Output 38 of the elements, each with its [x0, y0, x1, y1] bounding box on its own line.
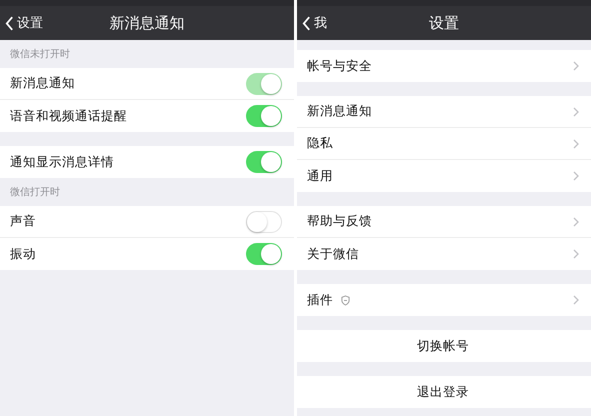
row-label: 隐私	[307, 135, 333, 152]
row-label: 声音	[10, 213, 36, 230]
settings-row[interactable]: 通用	[297, 160, 591, 192]
toggle-switch[interactable]	[246, 243, 282, 265]
chevron-right-icon	[573, 138, 579, 148]
toggle-switch[interactable]	[246, 210, 282, 232]
row-label: 振动	[10, 246, 36, 262]
chevron-right-icon	[573, 295, 579, 305]
chevron-right-icon	[573, 106, 579, 116]
back-button[interactable]: 设置	[0, 14, 43, 32]
back-chevron-icon	[5, 16, 14, 30]
nav-title: 设置	[429, 14, 459, 32]
section-header: 微信打开时	[9, 186, 61, 200]
row-label: 新消息通知	[307, 103, 372, 120]
chevron-right-icon	[573, 61, 579, 71]
settings-row[interactable]: 帐号与安全	[297, 50, 591, 82]
toggle-switch[interactable]	[246, 151, 282, 173]
settings-row[interactable]: 帮助与反馈	[297, 206, 591, 238]
row-label: 通知显示消息详情	[10, 154, 114, 170]
row-label: 插件	[307, 292, 333, 308]
row-label: 关于微信	[307, 246, 359, 262]
row-label: 新消息通知	[10, 75, 75, 92]
back-button[interactable]: 我	[297, 14, 327, 32]
row-label: 帐号与安全	[307, 58, 372, 74]
nav-title: 新消息通知	[110, 14, 184, 32]
toggle-switch[interactable]	[246, 105, 282, 127]
settings-row[interactable]: 关于微信	[297, 238, 591, 270]
row-label: 通用	[307, 168, 333, 184]
settings-row[interactable]: 隐私	[297, 128, 591, 160]
chevron-right-icon	[573, 216, 579, 226]
chevron-right-icon	[573, 171, 579, 181]
row-label: 帮助与反馈	[307, 213, 372, 230]
chevron-right-icon	[573, 249, 579, 259]
row-label: 语音和视频通话提醒	[10, 108, 127, 124]
section-header: 微信未打开时	[9, 48, 71, 62]
back-chevron-icon	[302, 16, 311, 30]
settings-row[interactable]: 新消息通知	[297, 96, 591, 128]
settings-row[interactable]: 插件	[297, 284, 591, 316]
